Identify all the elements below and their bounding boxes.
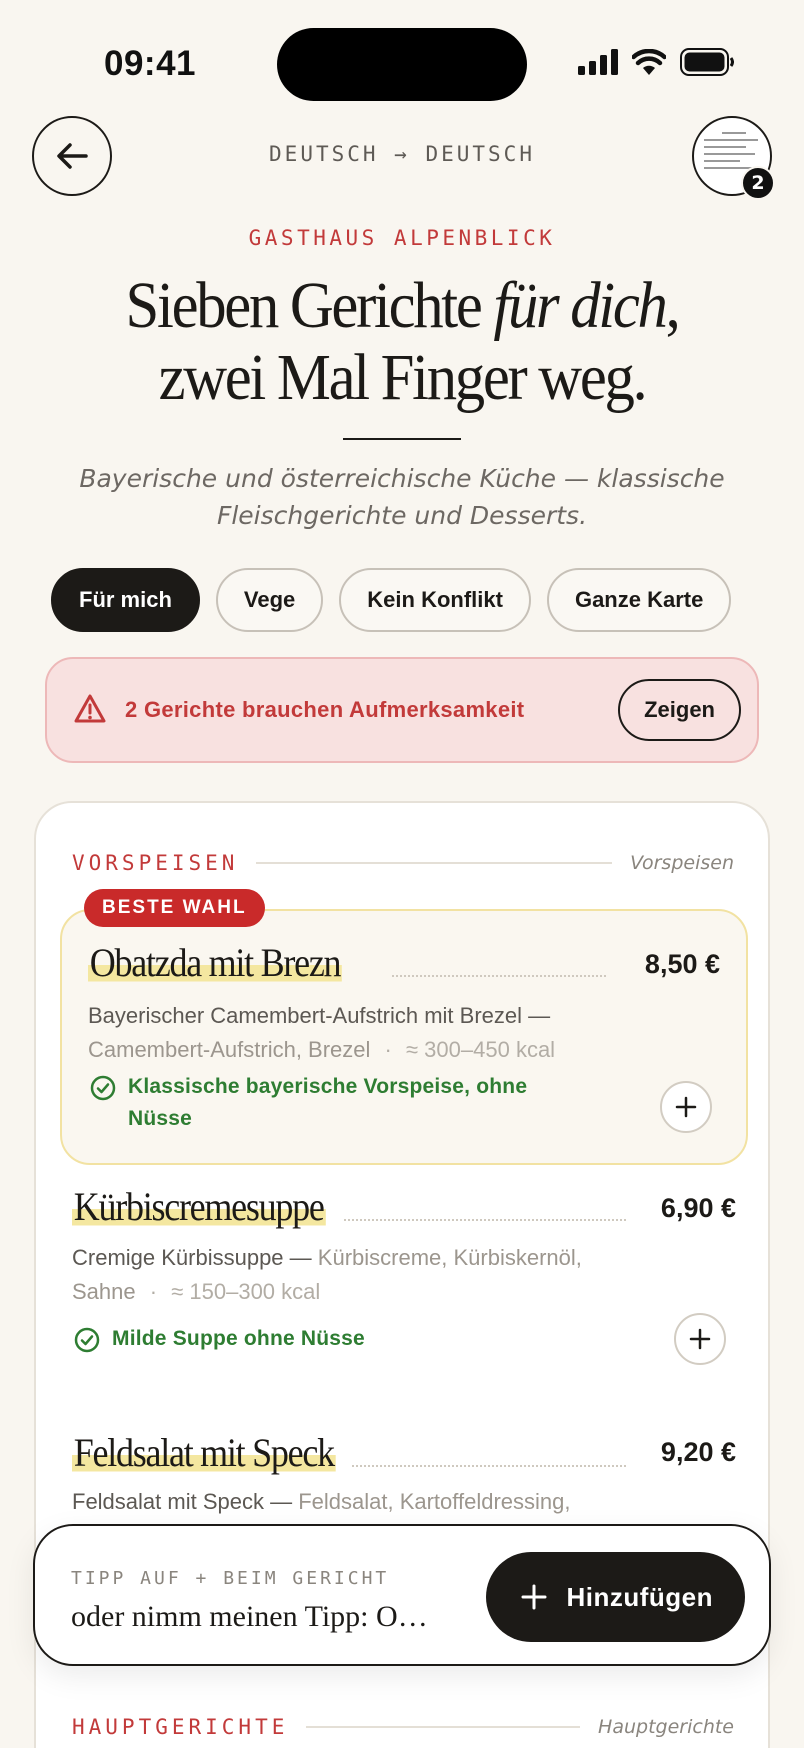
check-circle-icon [74,1327,100,1353]
section-header-mains: HAUPTGERICHTE Hauptgerichte [72,1715,734,1739]
attention-alert: 2 Gerichte brauchen Aufmerksamkeit Zeige… [45,657,759,763]
dish-calories: ≈ 150–300 kcal [171,1279,321,1304]
dish-price: 8,50 € [644,949,720,979]
plus-icon [521,1584,547,1610]
title-divider [343,438,461,440]
plus-icon [689,1328,711,1350]
dish-note: Milde Suppe ohne Nüsse [74,1323,594,1355]
dish-note-text: Klassische bayerische Vorspeise, ohne Nü… [128,1075,528,1130]
status-icons [578,48,734,76]
add-dish-button[interactable] [674,1313,726,1365]
headline-emphasis: für dich [493,269,667,342]
add-button[interactable]: Hinzufügen [486,1552,745,1642]
dish-price: 9,20 € [660,1437,736,1467]
separator: · [149,1279,158,1304]
filter-chips: Für mich Vege Kein Konflikt Ganze Karte [51,568,732,632]
dish-card-kuerbiscremesuppe[interactable]: Kürbiscremesuppe 6,90 € Cremige Kürbissu… [36,1183,768,1403]
tip-label: TIPP AUF + BEIM GERICHT [71,1568,390,1589]
language-indicator: DEUTSCH → DEUTSCH [269,142,535,166]
dish-card-obatzda[interactable]: Obatzda mit Brezn 8,50 € Bayerischer Cam… [60,909,748,1165]
dish-description: Cremige Kürbissuppe — Kürbiscreme, Kürbi… [72,1241,712,1309]
dish-calories: ≈ 300–450 kcal [406,1037,556,1062]
dish-name: Kürbiscremesuppe [72,1183,326,1230]
signal-icon [578,49,618,75]
dish-price: 6,90 € [660,1193,736,1223]
battery-icon [680,48,734,76]
dish-description-text: Feldsalat mit Speck — [72,1489,293,1514]
dish-note: Klassische bayerische Vorspeise, ohne Nü… [90,1071,590,1135]
add-button-label: Hinzufügen [566,1581,713,1612]
dynamic-island [277,28,527,101]
status-time: 09:41 [104,44,197,83]
warning-icon [74,694,106,723]
alert-message: 2 Gerichte brauchen Aufmerksamkeit [125,697,525,722]
dish-description-text: Bayerischer Camembert-Aufstrich mit Brez… [88,1003,551,1028]
section-header-starters: VORSPEISEN Vorspeisen [72,851,734,875]
plus-icon [675,1096,697,1118]
dish-description-text: Cremige Kürbissuppe — [72,1245,312,1270]
dish-ingredients: Camembert-Aufstrich, Brezel [88,1037,371,1062]
page-title: Sieben Gerichte für dich, zwei Mal Finge… [32,270,772,414]
dish-description: Feldsalat mit Speck — Feldsalat, Kartoff… [72,1485,712,1519]
dotted-leader [392,975,606,977]
filter-chip-vege[interactable]: Vege [215,568,324,632]
headline-comma: , [665,269,681,342]
status-bar: 09:41 [0,0,804,120]
section-divider [256,862,613,864]
dish-name: Feldsalat mit Speck [72,1429,336,1476]
dish-description: Bayerischer Camembert-Aufstrich mit Brez… [88,999,708,1067]
cuisine-description: Bayerische und österreichische Küche — k… [79,464,725,530]
check-circle-icon [90,1075,116,1101]
headline-part1: Sieben Gerichte [125,269,494,342]
show-button[interactable]: Zeigen [618,679,741,741]
section-subtitle: Vorspeisen [630,852,734,874]
photo-count-badge: 2 [741,166,775,200]
add-dish-sheet: TIPP AUF + BEIM GERICHT oder nimm meinen… [33,1524,771,1666]
dish-ingredients-cont: Sahne [72,1279,136,1304]
dotted-leader [352,1465,626,1467]
section-subtitle: Hauptgerichte [598,1716,734,1738]
section-divider [306,1726,581,1728]
dish-ingredients: Feldsalat, Kartoffeldressing, [298,1489,571,1514]
filter-chip-for-me[interactable]: Für mich [51,568,200,632]
add-dish-button[interactable] [660,1081,712,1133]
restaurant-name: GASTHAUS ALPENBLICK [248,226,556,250]
headline-part2: zwei Mal Finger weg. [158,341,648,414]
dish-name: Obatzda mit Brezn [88,939,343,986]
dish-ingredients: Kürbiscreme, Kürbiskernöl, [317,1245,582,1270]
best-choice-badge: BESTE WAHL [84,889,265,927]
wifi-icon [632,49,666,75]
filter-chip-no-conflict[interactable]: Kein Konflikt [339,568,531,632]
section-title: HAUPTGERICHTE [72,1715,289,1739]
filter-chip-full-menu[interactable]: Ganze Karte [546,568,732,632]
tip-suggestion[interactable]: oder nimm meinen Tipp: Oba… [71,1600,431,1634]
dotted-leader [344,1219,626,1221]
dish-note-text: Milde Suppe ohne Nüsse [112,1327,365,1350]
section-title: VORSPEISEN [72,851,239,875]
separator: · [384,1037,392,1062]
